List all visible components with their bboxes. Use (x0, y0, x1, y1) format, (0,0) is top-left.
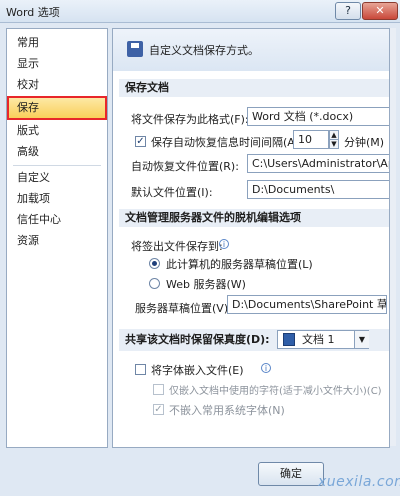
nav-item-resources[interactable]: 资源 (7, 231, 107, 251)
window-title: Word 选项 (6, 6, 60, 19)
no-common-fonts-label: 不嵌入常用系统字体(N) (169, 404, 285, 417)
panel-header-text: 自定义文档保存方式。 (149, 44, 259, 57)
nav-item-advanced[interactable]: 高级 (7, 142, 107, 162)
radio-web-server-label: Web 服务器(W) (166, 278, 246, 291)
no-common-fonts-checkbox[interactable]: ✓ (153, 404, 164, 415)
save-to-label: 将签出文件保存到: (131, 240, 223, 253)
info-icon: i (219, 239, 229, 249)
info-icon: i (261, 363, 271, 373)
default-location-input[interactable]: D:\Documents\ (247, 180, 389, 199)
embed-fonts-label: 将字体嵌入文件(E) (151, 364, 244, 377)
panel-header: 自定义文档保存方式。 (113, 29, 389, 71)
save-format-label: 将文件保存为此格式(F): (131, 113, 249, 126)
autorecover-minutes-input[interactable]: 10 (293, 130, 329, 149)
autorecover-checkbox[interactable]: ✓ (135, 136, 146, 147)
scrollbar[interactable] (390, 28, 396, 446)
nav-item-trust-center[interactable]: 信任中心 (7, 210, 107, 230)
nav-item-general[interactable]: 常用 (7, 33, 107, 53)
ok-button[interactable]: 确定 (258, 462, 324, 486)
default-location-label: 默认文件位置(I): (131, 186, 213, 199)
embed-fonts-checkbox[interactable] (135, 364, 146, 375)
nav-item-display[interactable]: 显示 (7, 54, 107, 74)
category-nav: 常用 显示 校对 保存 版式 高级 自定义 加载项 信任中心 资源 (6, 28, 108, 448)
chevron-down-icon[interactable]: ▼ (354, 331, 369, 348)
radio-web-server[interactable] (149, 278, 160, 289)
settings-panel: 自定义文档保存方式。 保存文档 将文件保存为此格式(F): Word 文档 (*… (112, 28, 390, 448)
autorecover-location-input[interactable]: C:\Users\Administrator\AppD (247, 154, 389, 173)
nav-item-customize[interactable]: 自定义 (7, 168, 107, 188)
section-save-documents: 保存文档 (119, 79, 389, 97)
save-format-select[interactable]: Word 文档 (*.docx) (247, 107, 389, 126)
autorecover-location-label: 自动恢复文件位置(R): (131, 160, 239, 173)
nav-item-addins[interactable]: 加载项 (7, 189, 107, 209)
fidelity-label: 共享该文档时保留保真度(D): (125, 333, 270, 346)
embed-used-chars-checkbox[interactable] (153, 384, 164, 395)
spin-down-icon[interactable]: ▼ (329, 139, 339, 149)
radio-local-drafts-label: 此计算机的服务器草稿位置(L) (166, 258, 313, 271)
watermark: xuexila.com (318, 474, 400, 490)
nav-item-proofing[interactable]: 校对 (7, 75, 107, 95)
nav-divider (13, 165, 101, 166)
section-offline-editing: 文档管理服务器文件的脱机编辑选项 (119, 209, 389, 227)
close-button[interactable]: ✕ (362, 2, 398, 20)
nav-item-save[interactable]: 保存 (7, 96, 107, 120)
drafts-location-label: 服务器草稿位置(V): (135, 302, 232, 315)
drafts-location-input[interactable]: D:\Documents\SharePoint 草稿\ (227, 295, 387, 314)
help-button[interactable]: ? (335, 2, 361, 20)
radio-local-drafts[interactable] (149, 258, 160, 269)
options-dialog: Word 选项 ? ✕ 常用 显示 校对 保存 版式 高级 自定义 加载项 信任… (0, 0, 400, 496)
minutes-label: 分钟(M) (344, 136, 385, 149)
title-bar: Word 选项 ? ✕ (0, 0, 400, 23)
autorecover-label: 保存自动恢复信息时间间隔(A) (151, 136, 300, 149)
document-icon (283, 333, 295, 346)
embed-used-chars-label: 仅嵌入文档中使用的字符(适于减小文件大小)(C) (169, 386, 382, 397)
save-icon (127, 41, 143, 57)
nav-item-layout[interactable]: 版式 (7, 121, 107, 141)
